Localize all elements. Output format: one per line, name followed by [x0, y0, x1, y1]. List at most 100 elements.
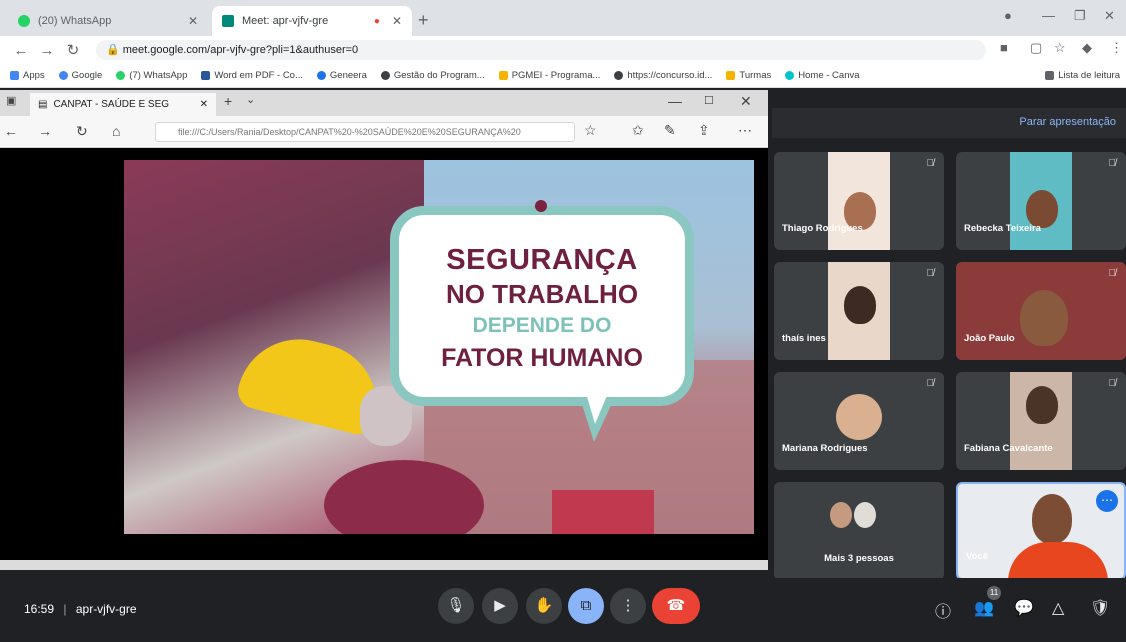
maximize-icon: ☐ [704, 95, 714, 107]
present-button[interactable]: ⧉ [568, 588, 604, 624]
self-tile[interactable]: ⋯ Você [956, 482, 1126, 580]
participant-avatar [836, 394, 882, 440]
meeting-code: apr-vjfv-gre [75, 602, 137, 616]
participant-count-badge: 11 [987, 586, 1001, 600]
raise-hand-icon: ✋ [534, 597, 554, 614]
bookmark-star-icon[interactable]: ☆ [1054, 40, 1066, 56]
new-tab-icon: + [224, 93, 233, 109]
extension-icon[interactable]: ◆ [1082, 40, 1092, 56]
browser-tab-meet[interactable]: Meet: apr-vjfv-gre ● ✕ [212, 6, 412, 36]
camera-icon: ▶ [494, 597, 506, 614]
bookmark-turmas[interactable]: Turmas [726, 70, 771, 81]
info-icon[interactable]: ⓘ [935, 598, 951, 622]
apps-grid-icon [10, 71, 19, 80]
bookmark-google[interactable]: Google [58, 70, 102, 81]
camera-button[interactable]: ▶ [482, 588, 518, 624]
participant-face [1020, 290, 1068, 346]
more-options-icon: ⋮ [620, 597, 636, 614]
close-window-button[interactable]: ✕ [1104, 8, 1115, 24]
profile-dot-icon[interactable]: ● [1004, 8, 1012, 23]
chrome-menu-icon[interactable]: ⋮ [1110, 40, 1123, 56]
edge-tab: ▤ CANPAT - SAÚDE E SEG ✕ [30, 93, 216, 116]
host-controls-icon[interactable]: 🛡 [1090, 598, 1110, 618]
mic-muted-icon: 🎙̸ [1108, 268, 1117, 279]
participant-avatar [854, 502, 876, 528]
slide-title-line3: DEPENDE DO [472, 314, 612, 337]
bookmark-whatsapp[interactable]: (7) WhatsApp [116, 70, 187, 81]
end-call-button[interactable]: ☎ [652, 588, 700, 624]
stop-presenting-button[interactable]: Parar apresentação [1019, 116, 1116, 128]
bookmark-word-pdf[interactable]: Word em PDF - Co... [201, 70, 303, 81]
globe-icon [614, 71, 624, 80]
bookmark-gestao[interactable]: Gestão do Program... [380, 70, 485, 81]
bookmark-label: Lista de leitura [1058, 70, 1120, 81]
reload-icon[interactable]: ↻ [60, 41, 86, 59]
whatsapp-icon [18, 15, 30, 27]
participant-tile[interactable]: 🎙̸ Fabiana Cavalcante [956, 372, 1126, 470]
address-bar[interactable]: 🔒 meet.google.com/apr-vjfv-gre?pli=1&aut… [96, 40, 986, 60]
pdf-icon: ▤ [38, 99, 48, 110]
more-options-button[interactable]: ⋮ [610, 588, 646, 624]
raise-hand-button[interactable]: ✋ [526, 588, 562, 624]
geneera-icon [316, 71, 326, 80]
more-options-icon[interactable]: ⋯ [1096, 490, 1118, 512]
bookmark-label: Word em PDF - Co... [214, 70, 303, 81]
classroom-icon [726, 71, 736, 80]
participant-name: Mariana Rodrigues [782, 443, 868, 454]
more-participants-tile[interactable]: Mais 3 pessoas [774, 482, 944, 580]
more-participants-label: Mais 3 pessoas [824, 553, 894, 564]
mic-muted-icon: 🎙̸ [926, 158, 935, 169]
recording-dot-icon: ● [373, 15, 380, 27]
bookmark-geneera[interactable]: Geneera [316, 70, 367, 81]
minimize-button[interactable]: — [1042, 8, 1055, 23]
edge-tab-actions-icon: ▣ [6, 95, 17, 107]
participant-tile[interactable]: 🎙̸ João Paulo [956, 262, 1126, 360]
participant-avatar [830, 502, 852, 528]
edge-bottom-border [0, 560, 768, 570]
forward-arrow-icon: → [38, 123, 52, 139]
edge-url: file:///C:/Users/Rania/Desktop/CANPAT%20… [178, 127, 521, 137]
bookmark-label: Home - Canva [798, 70, 860, 81]
mic-button[interactable]: 🎙 [438, 588, 474, 624]
favorite-star-icon: ☆ [584, 122, 597, 138]
close-icon: ✕ [740, 93, 752, 109]
bookmark-concurso[interactable]: https://concurso.id... [614, 70, 712, 81]
mic-muted-icon: 🎙̸ [1108, 158, 1117, 169]
edge-tab-label: CANPAT - SAÚDE E SEG [53, 99, 170, 110]
activities-icon[interactable]: △ [1052, 598, 1064, 618]
camera-in-use-icon[interactable]: ■ [1000, 40, 1008, 55]
whatsapp-icon [116, 71, 126, 80]
bookmark-canva[interactable]: Home - Canva [785, 70, 860, 81]
participant-name: Rebecka Teixeira [964, 223, 1041, 234]
canva-icon [785, 71, 795, 80]
chat-icon[interactable]: 💬 [1014, 598, 1034, 618]
lock-icon: 🔒 [106, 44, 120, 56]
back-arrow-icon: ← [4, 123, 18, 139]
mic-muted-icon: 🎙̸ [926, 268, 935, 279]
participant-name: Você [966, 551, 989, 562]
participant-tile[interactable]: 🎙̸ Mariana Rodrigues [774, 372, 944, 470]
participant-tile[interactable]: 🎙̸ thaís ines [774, 262, 944, 360]
meeting-info: 16:59 | apr-vjfv-gre [24, 602, 137, 616]
participant-name: thaís ines [782, 333, 826, 344]
participant-face [844, 286, 876, 324]
maximize-button[interactable]: ❐ [1074, 8, 1086, 24]
cast-icon[interactable]: ▢ [1030, 40, 1042, 56]
browser-tab-strip: (20) WhatsApp ✕ Meet: apr-vjfv-gre ● ✕ +… [0, 0, 1126, 36]
pgmei-icon [498, 71, 508, 80]
participant-tile[interactable]: 🎙̸ Rebecka Teixeira [956, 152, 1126, 250]
close-tab-icon: ✕ [199, 99, 208, 110]
new-tab-button[interactable]: + [418, 10, 429, 31]
participant-name: Thiago Rodrigues [782, 223, 863, 234]
browser-tab-label: Meet: apr-vjfv-gre [242, 15, 329, 27]
forward-arrow-icon[interactable]: → [34, 42, 60, 59]
close-tab-icon[interactable]: ✕ [188, 14, 198, 28]
participant-tile[interactable]: 🎙̸ Thiago Rodrigues [774, 152, 944, 250]
browser-tab-whatsapp[interactable]: (20) WhatsApp ✕ [8, 6, 208, 36]
bookmark-apps[interactable]: Apps [10, 70, 45, 81]
bookmark-pgmei[interactable]: PGMEI - Programa... [498, 70, 600, 81]
people-icon[interactable]: 👥 [974, 598, 994, 618]
close-tab-icon[interactable]: ✕ [392, 14, 402, 28]
bookmark-reading-list[interactable]: Lista de leitura [1045, 70, 1120, 81]
back-arrow-icon[interactable]: ← [8, 42, 34, 59]
